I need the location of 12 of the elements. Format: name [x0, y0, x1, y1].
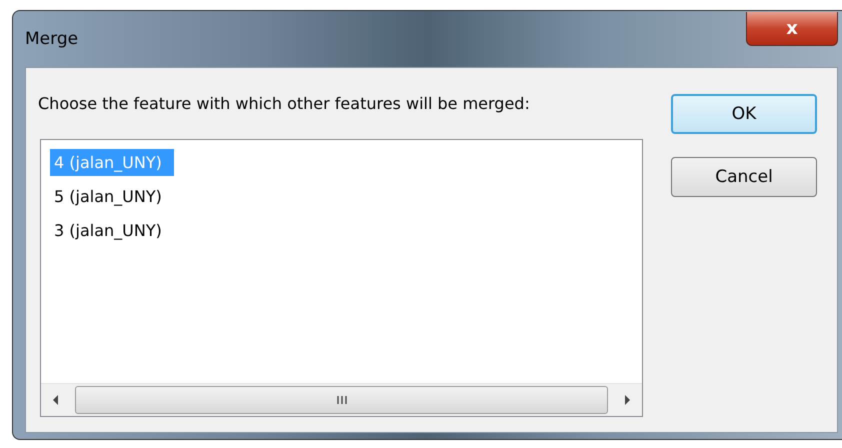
window-title: Merge	[25, 29, 78, 49]
list-item[interactable]: 5 (jalan_UNY)	[50, 182, 174, 210]
scroll-thumb[interactable]	[75, 386, 608, 414]
scroll-right-icon[interactable]	[622, 394, 632, 406]
ok-button[interactable]: OK	[671, 94, 817, 134]
prompt-text: Choose the feature with which other features will be merged:	[38, 94, 531, 113]
horizontal-scrollbar[interactable]	[41, 383, 642, 416]
grip-icon	[336, 395, 348, 405]
close-button[interactable]: x	[746, 12, 838, 46]
cancel-button[interactable]: Cancel	[671, 157, 817, 197]
scroll-left-icon[interactable]	[51, 394, 61, 406]
list-item[interactable]: 3 (jalan_UNY)	[50, 216, 174, 244]
